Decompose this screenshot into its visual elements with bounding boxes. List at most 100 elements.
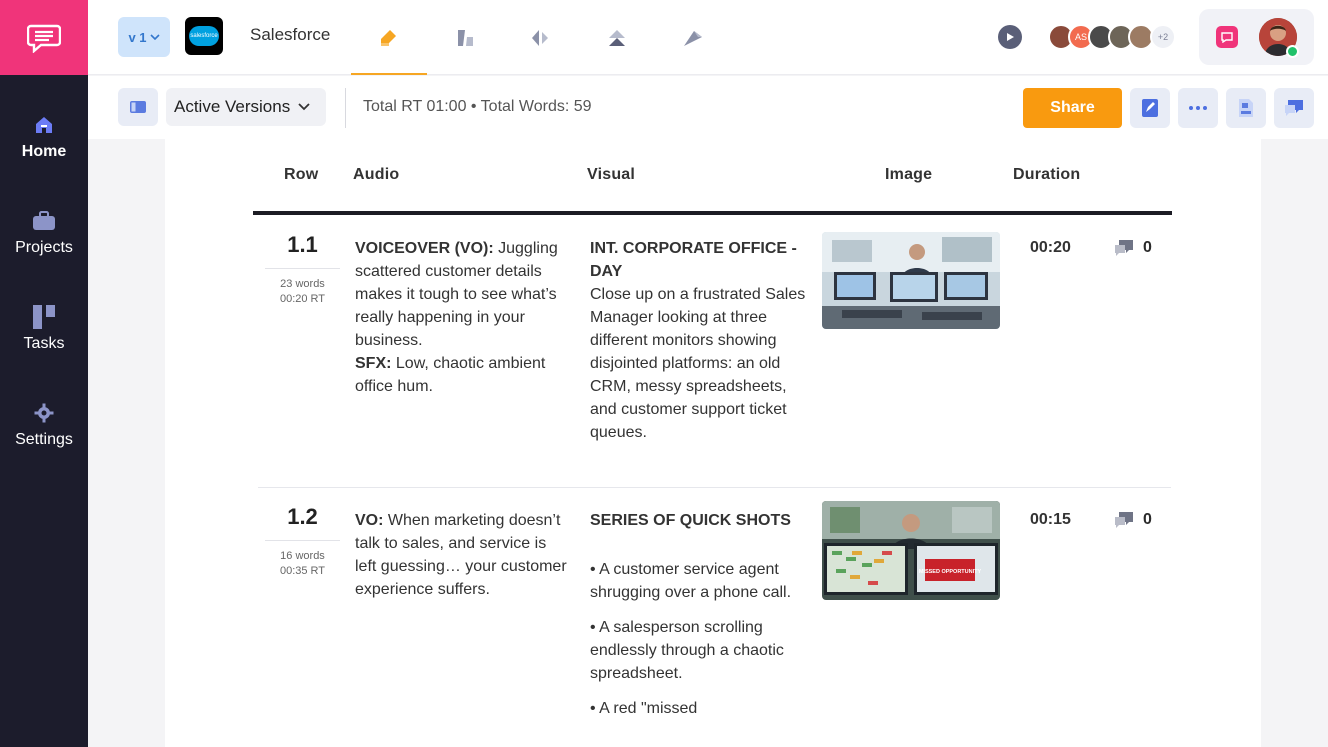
script-stats: Total RT 01:00 • Total Words: 59 bbox=[363, 98, 592, 115]
active-versions-label: Active Versions bbox=[174, 97, 291, 116]
tasks-icon bbox=[32, 305, 56, 329]
table-header: Row Audio Visual Image Duration bbox=[165, 139, 1261, 215]
audio-cue-label: VO: bbox=[355, 512, 384, 529]
active-versions-dropdown[interactable]: Active Versions bbox=[166, 88, 326, 126]
chat-bubble-icon bbox=[27, 24, 61, 53]
audio-cell[interactable]: VOICEOVER (VO): Juggling scattered custo… bbox=[355, 237, 577, 398]
visual-cell[interactable]: SERIES OF QUICK SHOTS • A customer servi… bbox=[590, 509, 812, 720]
user-menu[interactable] bbox=[1199, 9, 1314, 65]
row-runtime: 00:35 RT bbox=[279, 565, 326, 577]
comments-icon bbox=[1115, 512, 1133, 528]
sidebar-item-projects[interactable]: Projects bbox=[0, 185, 88, 281]
briefcase-icon bbox=[32, 209, 56, 233]
avatar-initials: AS bbox=[1074, 32, 1087, 42]
column-header-image: Image bbox=[885, 166, 933, 183]
panel-toggle-button[interactable] bbox=[118, 88, 158, 126]
shot-image[interactable] bbox=[822, 232, 1000, 329]
office-scene-image bbox=[822, 232, 1000, 329]
comments-icon bbox=[1285, 100, 1303, 116]
row-runtime: 00:20 RT bbox=[279, 293, 326, 305]
visual-heading: INT. CORPORATE OFFICE - DAY bbox=[590, 240, 797, 280]
column-header-audio: Audio bbox=[353, 166, 400, 183]
row-number-divider bbox=[265, 268, 340, 269]
shot-duration[interactable]: 00:20 bbox=[1030, 239, 1071, 257]
chat-button[interactable] bbox=[1216, 26, 1238, 48]
version-label: v 1 bbox=[128, 29, 147, 45]
chevron-down-icon bbox=[298, 103, 310, 111]
chevron-up-icon bbox=[609, 29, 625, 46]
brand-logo[interactable]: salesforce bbox=[185, 17, 223, 55]
more-options-button[interactable] bbox=[1178, 88, 1218, 128]
diamond-icon bbox=[532, 29, 548, 46]
comments-panel-button[interactable] bbox=[1274, 88, 1314, 128]
column-header-duration: Duration bbox=[1013, 166, 1081, 183]
sfx-cue-label: SFX: bbox=[355, 355, 392, 372]
row-word-count: 16 words bbox=[280, 550, 325, 562]
row-divider bbox=[258, 487, 1171, 488]
visual-heading: SERIES OF QUICK SHOTS bbox=[590, 512, 791, 529]
script-table: Row Audio Visual Image Duration 1.1 23 w… bbox=[165, 139, 1261, 747]
row-number: 1.1 bbox=[287, 232, 318, 257]
toolbar-divider bbox=[345, 88, 346, 128]
row-comments[interactable]: 0 bbox=[1113, 511, 1152, 529]
share-button[interactable]: Share bbox=[1023, 88, 1122, 128]
shot-duration[interactable]: 00:15 bbox=[1030, 511, 1071, 529]
pdf-icon bbox=[1239, 99, 1253, 117]
tab-storyboard[interactable] bbox=[427, 0, 503, 75]
top-bar: v 1 salesforce Salesforce AS +2 bbox=[88, 0, 1328, 75]
sidebar-item-label: Tasks bbox=[23, 335, 65, 352]
audio-cell[interactable]: VO: When marketing doesn’t talk to sales… bbox=[355, 509, 570, 601]
row-stats: 16 words 00:35 RT bbox=[265, 549, 340, 579]
tab-share[interactable] bbox=[655, 0, 731, 75]
storyboard-icon bbox=[458, 29, 473, 46]
play-icon bbox=[1007, 33, 1014, 41]
sidebar-item-home[interactable]: Home bbox=[0, 89, 88, 185]
sidebar-item-label: Settings bbox=[15, 431, 73, 448]
visual-bullet: • A customer service agent shrugging ove… bbox=[590, 561, 792, 601]
row-stats: 23 words 00:20 RT bbox=[265, 277, 340, 307]
project-title: Salesforce bbox=[250, 25, 331, 44]
brand-logo-text: salesforce bbox=[190, 33, 218, 39]
row-comments[interactable]: 0 bbox=[1113, 239, 1152, 257]
home-icon bbox=[32, 113, 56, 137]
comment-count: 0 bbox=[1143, 511, 1152, 528]
sidebar-item-label: Home bbox=[21, 143, 67, 160]
send-icon bbox=[684, 30, 702, 46]
document-toolbar: Active Versions Total RT 01:00 • Total W… bbox=[88, 76, 1328, 139]
tab-script[interactable] bbox=[351, 0, 427, 75]
comments-icon bbox=[1115, 240, 1133, 256]
collaborator-avatars[interactable]: AS +2 bbox=[1048, 24, 1176, 50]
sidebar: Home Projects Tasks Settings bbox=[0, 0, 88, 747]
row-word-count: 23 words bbox=[280, 278, 325, 290]
more-dots-icon bbox=[1189, 106, 1207, 110]
version-selector[interactable]: v 1 bbox=[118, 17, 170, 57]
chevron-down-icon bbox=[149, 34, 160, 40]
sidebar-item-tasks[interactable]: Tasks bbox=[0, 281, 88, 377]
visual-cell[interactable]: INT. CORPORATE OFFICE - DAY Close up on … bbox=[590, 237, 812, 444]
visual-bullet: • A salesperson scrolling endlessly thro… bbox=[590, 619, 784, 682]
shot-image[interactable]: MISSED OPPORTUNITY bbox=[822, 501, 1000, 600]
app-logo[interactable] bbox=[0, 0, 88, 75]
tab-timeline[interactable] bbox=[503, 0, 579, 75]
sidebar-item-label: Projects bbox=[15, 239, 73, 256]
edit-icon bbox=[1142, 99, 1158, 117]
export-pdf-button[interactable] bbox=[1226, 88, 1266, 128]
tab-shotlist[interactable] bbox=[579, 0, 655, 75]
salesforce-logo-icon: salesforce bbox=[189, 26, 219, 46]
chat-icon bbox=[1221, 31, 1233, 43]
sidebar-panel-icon bbox=[130, 101, 146, 113]
office-scene-image: MISSED OPPORTUNITY bbox=[822, 501, 1000, 600]
sidebar-item-settings[interactable]: Settings bbox=[0, 377, 88, 473]
row-number-divider bbox=[265, 540, 340, 541]
row-number: 1.2 bbox=[287, 504, 318, 529]
play-button[interactable] bbox=[998, 25, 1022, 49]
column-header-visual: Visual bbox=[587, 166, 636, 183]
visual-text: Close up on a frustrated Sales Manager l… bbox=[590, 286, 806, 441]
online-status-indicator bbox=[1286, 45, 1299, 58]
audio-text: When marketing doesn’t talk to sales, an… bbox=[355, 512, 567, 598]
edit-button[interactable] bbox=[1130, 88, 1170, 128]
audio-cue-label: VOICEOVER (VO): bbox=[355, 240, 494, 257]
gear-icon bbox=[32, 401, 56, 425]
comment-count: 0 bbox=[1143, 239, 1152, 256]
more-collaborators-badge[interactable]: +2 bbox=[1150, 24, 1176, 50]
